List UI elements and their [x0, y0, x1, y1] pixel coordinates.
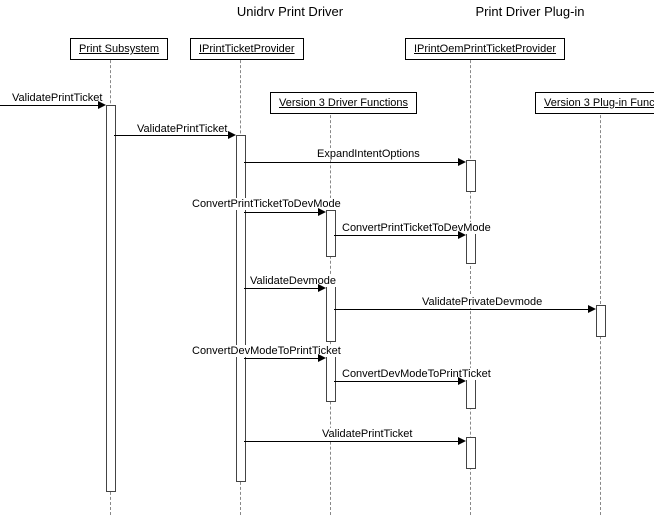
msg-label-m4b: ValidatePrivateDevmode	[420, 296, 544, 308]
msg-arrow-m4a	[318, 284, 326, 292]
msg-line-m2	[244, 162, 461, 163]
msg-line-m3a	[244, 212, 321, 213]
group-label-unidrv: Unidrv Print Driver	[200, 4, 380, 19]
head-provider: IPrintTicketProvider	[190, 38, 304, 60]
activation-oemprov-2	[466, 232, 476, 264]
msg-arrow-m3a	[318, 208, 326, 216]
msg-arrow-m6	[458, 437, 466, 445]
msg-line-m1	[114, 135, 231, 136]
head-oemprov: IPrintOemPrintTicketProvider	[405, 38, 565, 60]
msg-arrow-m5a	[318, 354, 326, 362]
head-printsub: Print Subsystem	[70, 38, 168, 60]
head-text: Version 3 Plug-in Functions	[544, 97, 654, 109]
activation-oemprov-3	[466, 377, 476, 409]
msg-line-m4a	[244, 288, 321, 289]
msg-line-m6	[244, 441, 461, 442]
msg-label-m2: ExpandIntentOptions	[315, 148, 422, 160]
activation-v3driver-3	[326, 355, 336, 402]
msg-label-m3b: ConvertPrintTicketToDevMode	[340, 222, 493, 234]
head-v3driver: Version 3 Driver Functions	[270, 92, 417, 114]
msg-line-m3b	[334, 235, 461, 236]
activation-v3driver-2	[326, 285, 336, 342]
msg-label-m0: ValidatePrintTicket	[10, 92, 104, 104]
sequence-diagram: Unidrv Print Driver Print Driver Plug-in…	[0, 0, 654, 517]
msg-line-m5b	[334, 381, 461, 382]
msg-label-m6: ValidatePrintTicket	[320, 428, 414, 440]
msg-line-m5a	[244, 358, 321, 359]
msg-arrow-m5b	[458, 377, 466, 385]
activation-v3plugin-1	[596, 305, 606, 337]
msg-line-m4b	[334, 309, 591, 310]
msg-arrow-m3b	[458, 231, 466, 239]
activation-v3driver-1	[326, 210, 336, 257]
head-v3plugin: Version 3 Plug-in Functions	[535, 92, 654, 114]
head-text: Version 3 Driver Functions	[279, 97, 408, 109]
activation-printsub	[106, 105, 116, 492]
msg-line-m0	[0, 105, 100, 106]
msg-arrow-m2	[458, 158, 466, 166]
head-text: Print Subsystem	[79, 43, 159, 55]
head-text: IPrintOemPrintTicketProvider	[414, 43, 556, 55]
msg-arrow-m4b	[588, 305, 596, 313]
msg-arrow-m1	[228, 131, 236, 139]
msg-arrow-m0	[98, 101, 106, 109]
msg-label-m5b: ConvertDevModeToPrintTicket	[340, 368, 493, 380]
activation-oemprov-4	[466, 437, 476, 469]
group-label-plugin: Print Driver Plug-in	[430, 4, 630, 19]
activation-provider	[236, 135, 246, 482]
msg-label-m1: ValidatePrintTicket	[135, 123, 229, 135]
head-text: IPrintTicketProvider	[199, 43, 295, 55]
activation-oemprov-1	[466, 160, 476, 192]
